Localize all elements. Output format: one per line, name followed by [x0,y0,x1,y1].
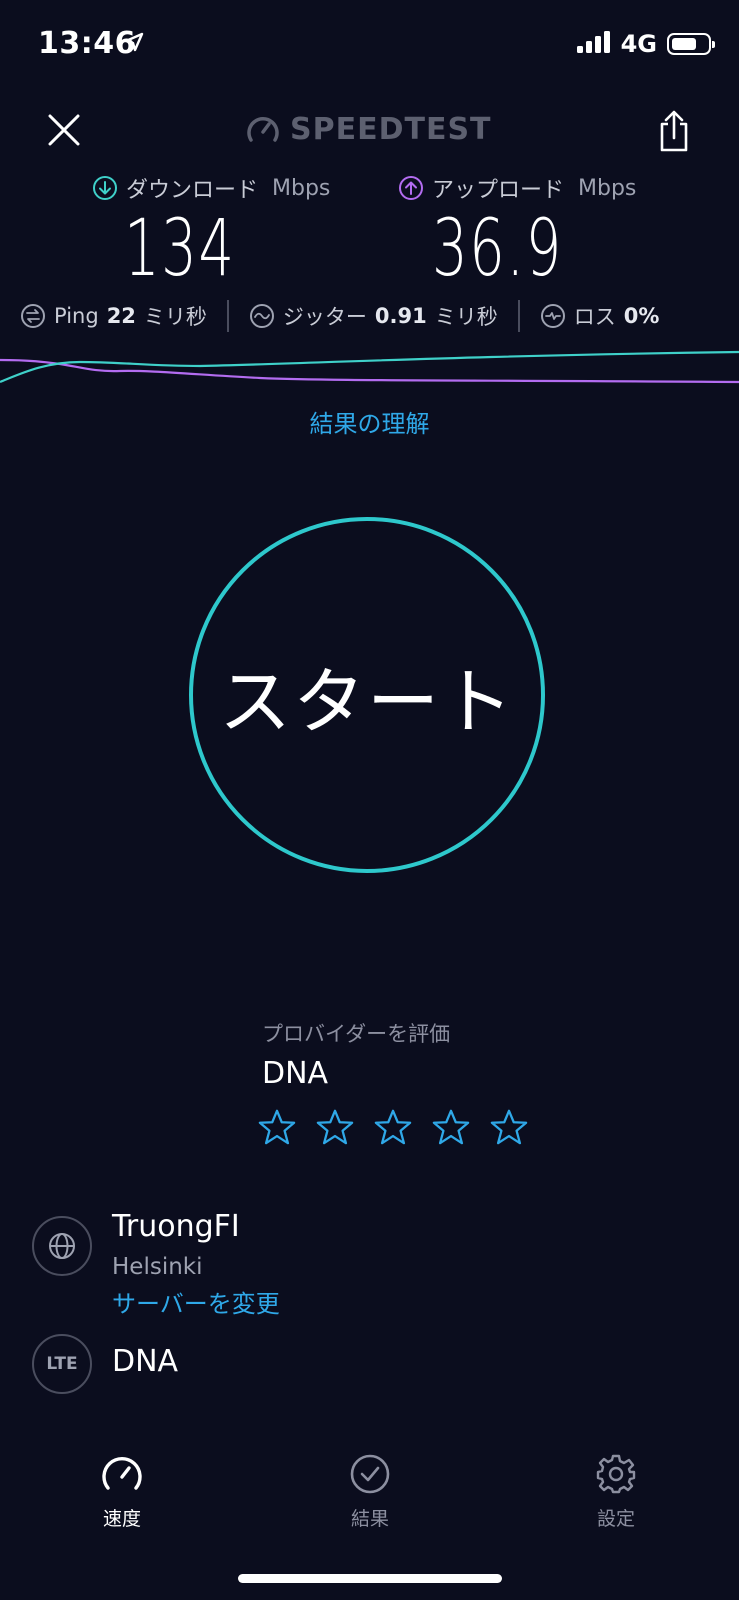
check-circle-icon [350,1454,390,1494]
home-indicator[interactable] [238,1574,502,1583]
tab-settings-label: 設定 [596,1508,635,1530]
status-indicators: 4G [576,30,715,58]
status-time: 13:46 [38,26,136,61]
download-value: 134 [124,204,236,294]
rated-provider-name: DNA [262,1056,329,1091]
start-button[interactable]: スタート [189,517,545,873]
download-arrow-icon [93,176,117,200]
rating-stars [258,1108,528,1146]
change-server-link[interactable]: サーバーを変更 [112,1284,280,1319]
tab-results-label: 結果 [350,1508,389,1530]
star-3-icon[interactable] [374,1108,412,1146]
tab-results[interactable]: 結果 [310,1452,430,1531]
signal-icon [576,31,611,57]
upload-label: アップロード [432,178,565,203]
gear-icon [596,1454,636,1494]
star-4-icon[interactable] [432,1108,470,1146]
share-icon [660,110,688,152]
rate-provider-prompt: プロバイダーを評価 [262,1022,451,1046]
speedtest-logo: SPEEDTEST [246,112,492,147]
tab-speed[interactable]: 速度 [62,1452,182,1531]
close-icon [48,114,80,146]
ping-value: 22 [106,304,136,328]
close-button[interactable] [44,110,84,150]
location-arrow-icon [124,32,144,56]
lte-badge-text: LTE [46,1354,78,1374]
stats-row: Ping 22 ミリ秒 ジッター 0.91 ミリ秒 ロス 0% [20,296,720,336]
globe-icon [32,1216,92,1276]
loss-label: ロス [573,305,616,329]
star-5-icon[interactable] [490,1108,528,1146]
speedometer-logo-icon [247,116,279,142]
battery-icon [667,33,715,55]
tab-speed-label: 速度 [102,1508,141,1530]
lte-icon: LTE [32,1334,92,1394]
server-city: Helsinki [112,1254,203,1280]
jitter-label: ジッター [282,305,367,329]
jitter-stat: ジッター 0.91 ミリ秒 [249,301,498,331]
jitter-icon [249,304,274,328]
upload-header: アップロード Mbps [398,172,636,204]
loss-value: 0% [623,304,660,328]
loss-icon [540,304,565,328]
loss-stat: ロス 0% [540,301,660,331]
isp-name: DNA [112,1344,179,1379]
ping-label: Ping [54,304,99,328]
star-1-icon[interactable] [258,1108,296,1146]
ping-stat: Ping 22 ミリ秒 [20,301,207,331]
server-name: TruongFI [112,1209,240,1244]
download-label: ダウンロード [126,178,259,203]
stats-divider [517,300,520,332]
network-type: 4G [620,30,657,58]
jitter-value: 0.91 [374,304,427,328]
download-unit: Mbps [272,175,331,201]
understand-results-link[interactable]: 結果の理解 [0,404,739,439]
stats-divider [226,300,229,332]
upload-arrow-icon [399,176,423,200]
download-header: ダウンロード Mbps [92,172,330,204]
share-button[interactable] [656,108,692,154]
tab-settings[interactable]: 設定 [556,1452,676,1531]
start-label: スタート [218,659,515,744]
speed-graph [0,350,739,384]
speedometer-icon [102,1457,142,1490]
ping-icon [21,304,45,328]
ping-unit: ミリ秒 [143,305,207,329]
star-2-icon[interactable] [316,1108,354,1146]
download-graph-line [0,350,739,384]
upload-unit: Mbps [578,175,637,201]
jitter-unit: ミリ秒 [434,305,498,329]
logo-text: SPEEDTEST [290,112,492,147]
upload-value: 36.9 [432,204,563,294]
